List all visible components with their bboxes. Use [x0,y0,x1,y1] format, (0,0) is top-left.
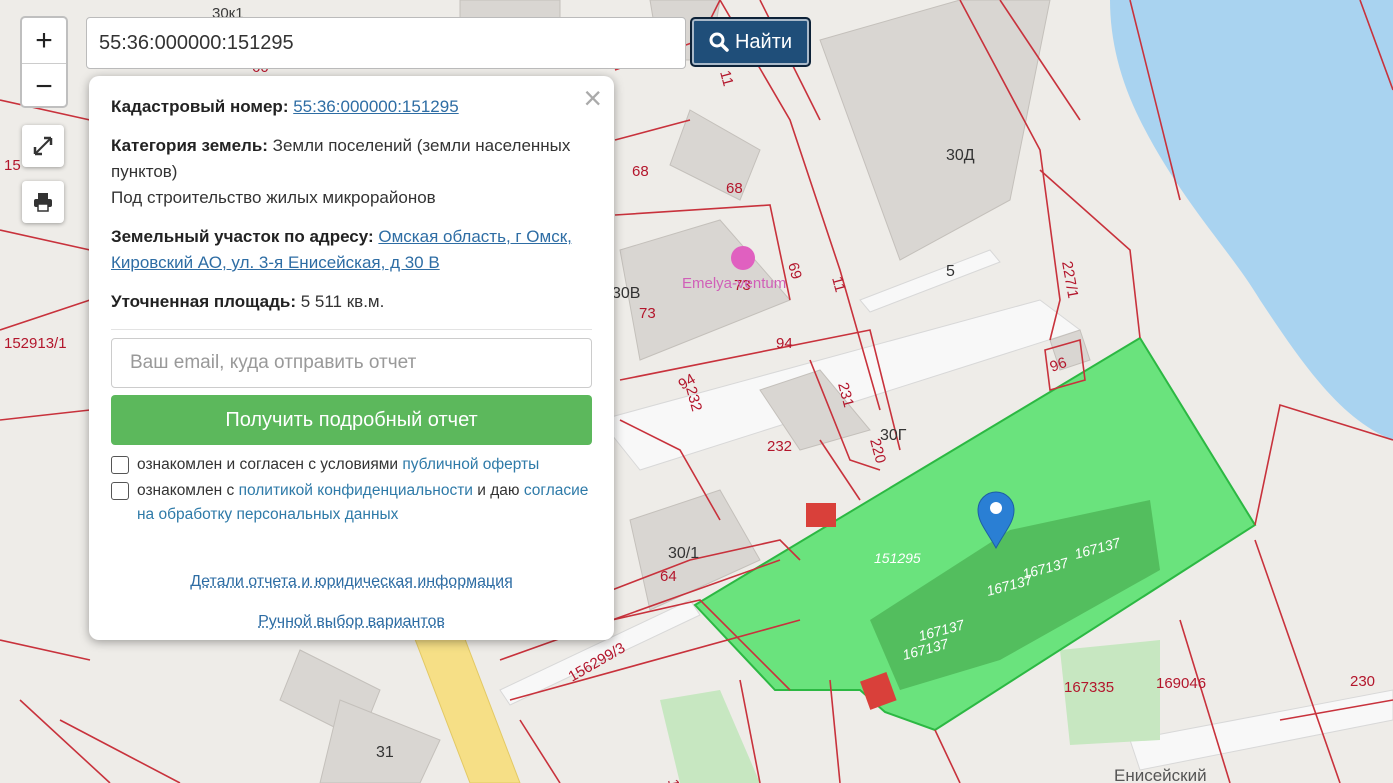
search-button-label: Найти [734,30,793,53]
address-label: Земельный участок по адресу: [111,227,374,246]
map-label-94: 94 [776,335,793,352]
street-label: Енисейский [1114,766,1207,783]
cadastral-number-link[interactable]: 55:36:000000:151295 [293,97,458,116]
cadastral-number-row: Кадастровый номер: 55:36:000000:151295 [111,94,592,120]
building-label-30g: 30Г [880,427,907,444]
get-report-button[interactable]: Получить подробный отчет [111,395,592,445]
parcel-label-230: 230 [1350,673,1375,690]
building-label-30d: 30Д [946,147,975,164]
address-row: Земельный участок по адресу: Омская обла… [111,224,592,276]
privacy-checkbox[interactable] [111,482,129,500]
parcel-info-popup: × Кадастровый номер: 55:36:000000:151295… [89,76,614,640]
map-label-232: 232 [767,438,792,455]
email-field[interactable] [111,338,592,388]
area-value: 5 511 кв.м. [300,292,385,311]
search-icon [709,32,729,52]
land-category-row: Категория земель: Земли поселений (земли… [111,133,592,211]
offer-checkbox[interactable] [111,456,129,474]
map-label-73b: 73 [639,305,656,322]
building-label-5: 5 [946,263,955,280]
map-label-64: 64 [660,568,677,585]
details-link[interactable]: Детали отчета и юридическая информация [190,573,513,590]
usage-value: Под строительство жилых микрорайонов [111,188,436,207]
privacy-agreement: ознакомлен с политикой конфиденциальност… [111,479,592,527]
category-label: Категория земель: [111,136,268,155]
close-icon[interactable]: × [583,82,602,114]
building-label-30v: 30В [612,285,640,302]
zoom-out-button[interactable]: − [22,63,66,109]
manual-selection-link[interactable]: Ручной выбор вариантов [258,613,445,630]
search-input[interactable] [86,17,686,69]
privacy-text: ознакомлен с политикой конфиденциальност… [137,482,589,523]
print-button[interactable] [22,181,64,223]
parcel-label-167335: 167335 [1064,679,1114,696]
cadastral-label: Кадастровый номер: [111,97,289,116]
expand-icon [33,136,53,156]
map-label-68b: 68 [726,180,743,197]
map-label-68: 68 [632,163,649,180]
building-label-31: 31 [376,744,394,761]
fullscreen-button[interactable] [22,125,64,167]
offer-agreement: ознакомлен и согласен с условиями публич… [111,453,592,477]
building-label-30-1: 30/1 [668,545,699,562]
privacy-policy-link[interactable]: политикой конфиденциальности [239,482,473,499]
details-row: Детали отчета и юридическая информация [111,573,592,591]
search-button[interactable]: Найти [690,17,811,67]
area-label: Уточненная площадь: [111,292,296,311]
offer-text: ознакомлен и согласен с условиями публич… [137,456,540,473]
zoom-in-button[interactable]: + [22,18,66,63]
printer-icon [34,193,52,212]
poi-icon [731,246,755,270]
poi-label: Emelya-ventum [682,275,786,292]
manual-row: Ручной выбор вариантов [111,613,592,631]
zoom-control: + − [20,16,68,108]
parcel-label-15: 15 [4,157,21,174]
parcel-label-151295: 151295 [874,550,921,566]
small-parcel [806,503,836,527]
area-row: Уточненная площадь: 5 511 кв.м. [111,289,592,315]
divider [111,329,592,330]
offer-link[interactable]: публичной оферты [402,456,539,473]
parcel-label-152913: 152913/1 [4,335,67,352]
parcel-label-169046: 169046 [1156,675,1206,692]
